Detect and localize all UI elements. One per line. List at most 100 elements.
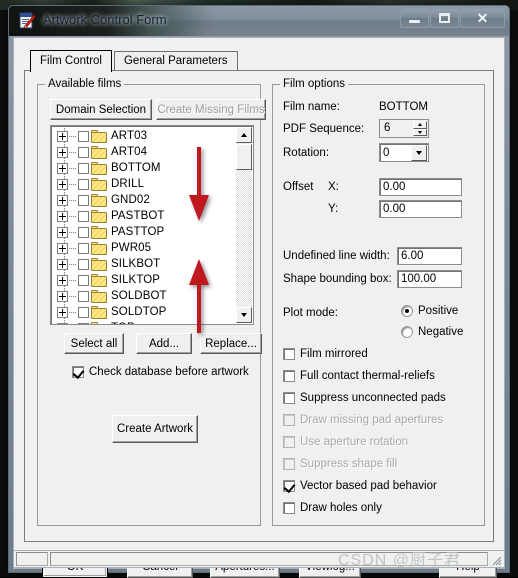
expand-plus-icon[interactable] — [57, 130, 68, 142]
tree-dots — [69, 135, 77, 137]
tree-item-art03[interactable]: ART03 — [51, 128, 235, 144]
pdf-sequence-value[interactable]: 6 — [381, 121, 413, 136]
create-artwork-button[interactable]: Create Artwork — [112, 415, 198, 443]
film-mirrored-checkbox[interactable] — [283, 348, 295, 360]
expand-plus-icon[interactable] — [57, 306, 68, 318]
vector-based-pad-behavior-row[interactable]: Vector based pad behavior — [283, 479, 437, 494]
plot-mode-positive-radio[interactable] — [401, 305, 413, 317]
film-checkbox[interactable] — [78, 242, 89, 254]
film-checkbox[interactable] — [78, 130, 89, 142]
tree-dots — [69, 311, 77, 313]
tree-vertical-scrollbar[interactable] — [236, 127, 252, 323]
plot-mode-positive-row[interactable]: Positive — [401, 304, 458, 318]
offset-x-input[interactable] — [379, 178, 462, 196]
suppress-unconnected-pads-checkbox[interactable] — [283, 392, 295, 404]
pdf-sequence-spin-buttons — [413, 121, 427, 136]
film-checkbox[interactable] — [78, 194, 89, 206]
minimize-button[interactable] — [400, 8, 429, 28]
offset-y-input[interactable] — [379, 200, 462, 218]
vector-based-pad-behavior-label: Vector based pad behavior — [300, 480, 437, 492]
film-checkbox[interactable] — [78, 306, 89, 318]
available-films-tree[interactable]: ART03 ART04 BOTTOM DRILL GND02 PASTBOT P… — [50, 125, 254, 325]
draw-holes-only-checkbox[interactable] — [283, 502, 295, 514]
film-label: PWR05 — [111, 242, 152, 254]
plot-mode-negative-radio[interactable] — [401, 326, 413, 338]
film-mirrored-row[interactable]: Film mirrored — [283, 347, 368, 361]
dialog-client-area: Film Control General Parameters Availabl… — [13, 37, 505, 578]
close-icon: ✕ — [476, 10, 489, 26]
suppress-unconnected-pads-row[interactable]: Suppress unconnected pads — [283, 391, 446, 405]
film-checkbox[interactable] — [78, 274, 89, 286]
shape-bounding-box-input[interactable] — [397, 270, 462, 288]
draw-holes-only-row[interactable]: Draw holes only — [283, 501, 382, 515]
tree-dots — [69, 295, 77, 297]
rotation-dropdown-button[interactable] — [411, 145, 427, 161]
check-database-row[interactable]: Check database before artwork — [72, 365, 249, 380]
full-contact-thermal-reliefs-row[interactable]: Full contact thermal-reliefs — [283, 369, 435, 383]
tab-general-parameters[interactable]: General Parameters — [113, 51, 238, 71]
film-checkbox[interactable] — [78, 322, 89, 324]
expand-plus-icon[interactable] — [57, 162, 68, 174]
tree-dots — [69, 183, 77, 185]
full-contact-thermal-reliefs-checkbox[interactable] — [283, 370, 295, 382]
plot-mode-label: Plot mode: — [283, 307, 338, 319]
select-all-button[interactable]: Select all — [64, 333, 124, 354]
checkmark-icon — [72, 366, 85, 380]
spinner-up-button[interactable] — [413, 121, 427, 129]
tree-item-pasttop[interactable]: PASTTOP — [51, 224, 235, 240]
film-checkbox[interactable] — [78, 210, 89, 222]
use-aperture-rotation-row: Use aperture rotation — [283, 435, 408, 449]
expand-plus-icon[interactable] — [57, 258, 68, 270]
expand-plus-icon[interactable] — [57, 242, 68, 254]
radio-dot-icon — [405, 309, 409, 313]
expand-plus-icon[interactable] — [57, 194, 68, 206]
domain-selection-button[interactable]: Domain Selection — [50, 99, 152, 120]
expand-plus-icon[interactable] — [57, 146, 68, 158]
check-database-checkbox[interactable] — [72, 366, 85, 380]
film-label: SOLDTOP — [111, 306, 167, 318]
suppress-unconnected-pads-label: Suppress unconnected pads — [300, 392, 446, 404]
add-button[interactable]: Add... — [136, 333, 192, 354]
status-pane-main — [50, 552, 488, 566]
replace-button[interactable]: Replace... — [200, 333, 262, 354]
pdf-sequence-spinner[interactable]: 6 — [379, 119, 429, 138]
spinner-down-button[interactable] — [413, 128, 427, 136]
title-bar[interactable]: Artwork Control Form ✕ — [9, 6, 509, 36]
expand-plus-icon[interactable] — [57, 322, 68, 324]
plot-mode-negative-row[interactable]: Negative — [401, 325, 463, 339]
scroll-up-button[interactable] — [236, 127, 252, 143]
folder-icon — [91, 193, 107, 207]
plot-mode-negative-label: Negative — [418, 326, 464, 338]
expand-plus-icon[interactable] — [57, 226, 68, 238]
expand-plus-icon[interactable] — [57, 274, 68, 286]
rotation-value: 0 — [383, 147, 390, 159]
folder-icon — [91, 273, 107, 287]
resize-grip-icon[interactable] — [490, 554, 502, 566]
scrollbar-thumb[interactable] — [236, 144, 252, 170]
film-checkbox[interactable] — [78, 226, 89, 238]
expand-plus-icon[interactable] — [57, 210, 68, 222]
tab-film-control[interactable]: Film Control — [30, 50, 112, 72]
film-checkbox[interactable] — [78, 178, 89, 190]
tree-dots — [69, 167, 77, 169]
film-checkbox[interactable] — [78, 258, 89, 270]
suppress-shape-fill-checkbox — [283, 458, 295, 470]
vector-based-pad-behavior-checkbox[interactable] — [283, 480, 296, 494]
film-checkbox[interactable] — [78, 290, 89, 302]
expand-plus-icon[interactable] — [57, 290, 68, 302]
expand-plus-icon[interactable] — [57, 178, 68, 190]
use-aperture-rotation-checkbox — [283, 436, 295, 448]
close-button[interactable]: ✕ — [460, 8, 505, 28]
film-checkbox[interactable] — [78, 146, 89, 158]
tree-dots — [69, 215, 77, 217]
folder-icon — [91, 305, 107, 319]
maximize-button[interactable] — [430, 8, 459, 28]
create-missing-films-button[interactable]: Create Missing Films — [156, 99, 266, 120]
film-label: SILKTOP — [111, 274, 161, 286]
undefined-line-width-input[interactable] — [397, 247, 462, 265]
film-options-group-label: Film options — [280, 78, 348, 90]
tree-item-pwr05[interactable]: PWR05 — [51, 240, 235, 256]
scroll-down-button[interactable] — [236, 307, 252, 323]
film-checkbox[interactable] — [78, 162, 89, 174]
rotation-dropdown[interactable]: 0 — [379, 143, 429, 162]
